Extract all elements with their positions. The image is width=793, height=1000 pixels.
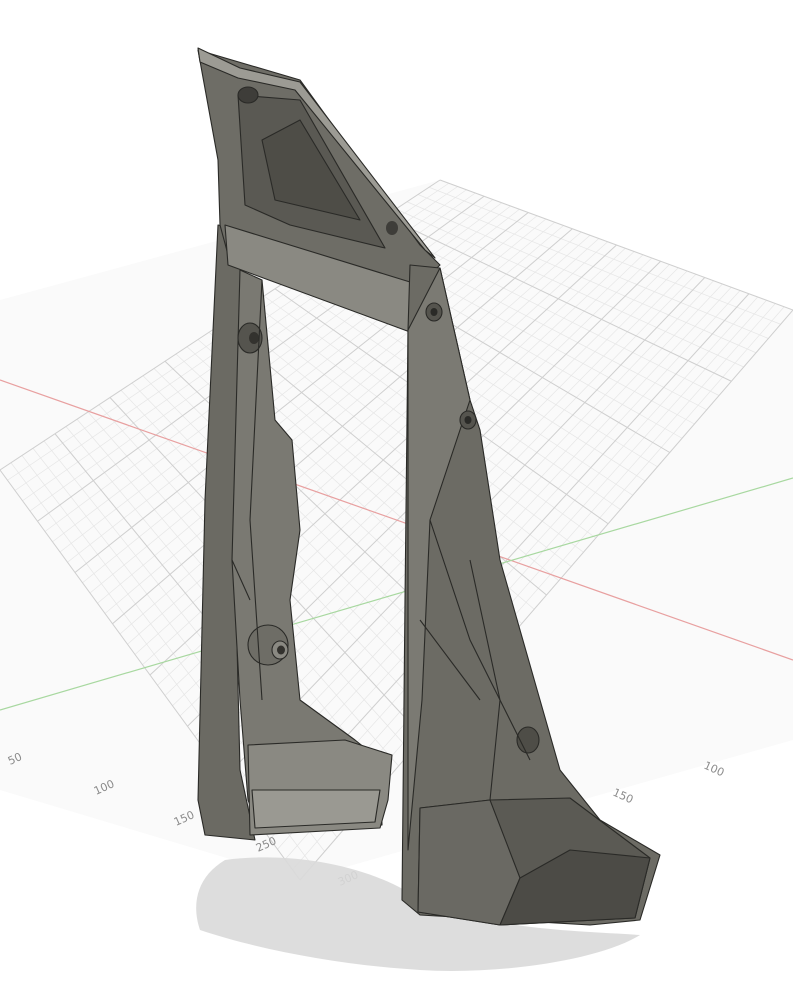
hole-right-leg-mid[interactable] bbox=[459, 410, 477, 430]
hole-bracket-side[interactable] bbox=[386, 221, 398, 235]
tick-label: 150 bbox=[611, 786, 635, 806]
left-foot-floor bbox=[251, 789, 381, 829]
tick-label: 100 bbox=[702, 759, 726, 779]
hole-right-leg-upper[interactable] bbox=[425, 302, 443, 322]
boss-bottom-left[interactable] bbox=[247, 624, 289, 666]
viewport-canvas[interactable]: 50 100 150 250 300 100 150 200 250 bbox=[0, 0, 793, 1000]
3d-viewport[interactable]: 50 100 150 250 300 100 150 200 250 bbox=[0, 0, 793, 1000]
hole-bracket-top[interactable] bbox=[237, 86, 259, 104]
